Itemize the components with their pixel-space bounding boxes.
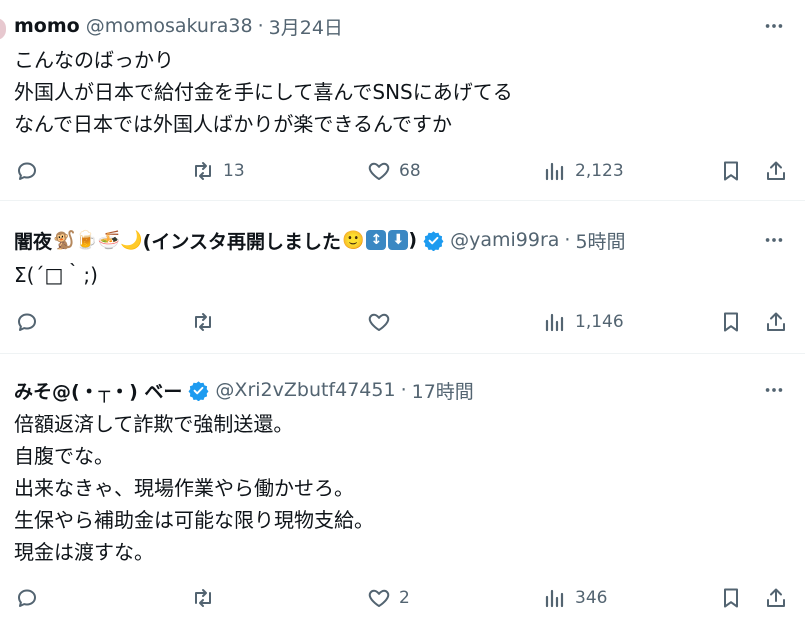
more-icon [765,388,783,392]
share-button[interactable] [764,583,788,613]
more-icon [765,24,783,28]
share-icon [767,588,785,607]
tweet[interactable]: 闇夜 🐒🍺🍜🌙 (インスタ再開しました 🙂 ↕ ⬇ ) @yami99ra · … [0,201,805,354]
author-handle[interactable]: @momosakura38 [86,15,253,37]
timestamp[interactable]: 17時間 [412,377,474,404]
tweet[interactable]: みそ@(・┬・) ベー @Xri2vZbutf47451 · 17時間 倍額返済… [0,354,805,629]
avatar[interactable] [0,18,6,40]
tweet-text-line: 出来なきゃ、現場作業やら働かせろ。 [14,476,354,500]
more-button[interactable] [761,378,787,402]
timeline-feed: momo @momosakura38 · 3月24日 こんなのばっかり 外国人が… [0,0,805,629]
retweet-button[interactable]: 13 [191,156,245,186]
like-icon [368,589,390,607]
retweet-button[interactable] [191,583,223,613]
share-icon [767,161,785,180]
tweet-text-line: Σ(´□｀;) [14,263,98,287]
tweet-header: みそ@(・┬・) ベー @Xri2vZbutf47451 · 17時間 [14,376,745,404]
separator-dot: · [564,229,571,251]
tweet-text: Σ(´□｀;) [14,259,785,291]
like-button[interactable]: 68 [367,156,421,186]
verified-badge-icon[interactable] [188,380,209,401]
like-icon [368,162,390,180]
author-name[interactable]: momo [14,15,80,37]
up-down-arrow-icon: ↕ [366,230,387,250]
verified-badge-icon[interactable] [423,230,444,251]
action-bar: 1,146 [0,307,805,337]
tweet-text-line: 生保やら補助金は可能な限り現物支給。 [14,508,374,532]
tweet-header: 闇夜 🐒🍺🍜🌙 (インスタ再開しました 🙂 ↕ ⬇ ) @yami99ra · … [14,226,745,254]
like-button[interactable] [367,307,399,337]
views-icon [545,162,564,181]
share-button[interactable] [764,307,788,337]
like-count: 2 [399,588,410,608]
bookmark-icon [724,312,738,332]
retweet-icon [195,162,211,180]
bookmark-button[interactable] [719,307,743,337]
reply-button[interactable] [15,307,47,337]
view-count: 1,146 [575,312,624,332]
down-arrow-icon: ⬇ [388,230,409,250]
like-icon [368,313,390,331]
author-handle[interactable]: @yami99ra [450,229,559,251]
reply-button[interactable] [15,156,47,186]
views-button[interactable]: 2,123 [543,156,624,186]
tweet-text: こんなのばっかり 外国人が日本で給付金を手にして喜んでSNSにあげてる なんで日… [14,44,785,140]
separator-dot: · [400,379,407,401]
view-count: 2,123 [575,161,624,181]
retweet-button[interactable] [191,307,223,337]
bookmark-icon [724,588,738,608]
reply-icon [18,313,36,331]
views-button[interactable]: 346 [543,583,607,613]
tweet-text-line: 倍額返済して詐欺で強制送還。 [14,412,294,436]
tweet-text-line: 自腹でな。 [14,444,114,468]
tweet-text-line: こんなのばっかり [14,48,174,72]
bookmark-button[interactable] [719,156,743,186]
share-button[interactable] [764,156,788,186]
reply-icon [18,589,36,607]
author-name[interactable]: 闇夜 [14,227,52,254]
smile-emoji-icon: 🙂 [341,229,365,251]
views-icon [545,313,564,332]
tweet-text: 倍額返済して詐欺で強制送還。 自腹でな。 出来なきゃ、現場作業やら働かせろ。 生… [14,408,785,568]
tweet[interactable]: momo @momosakura38 · 3月24日 こんなのばっかり 外国人が… [0,0,805,201]
bookmark-icon [724,161,738,181]
tweet-text-line: なんで日本では外国人ばかりが楽できるんですか [14,112,452,136]
timestamp[interactable]: 3月24日 [269,13,343,40]
more-icon [765,238,783,242]
author-name-suffix[interactable]: (インスタ再開しました [143,227,341,254]
author-handle[interactable]: @Xri2vZbutf47451 [215,379,395,401]
author-name-emoji: 🐒🍺🍜🌙 [53,229,143,251]
reply-icon [18,162,36,180]
bookmark-button[interactable] [719,583,743,613]
retweet-icon [195,313,211,331]
tweet-header: momo @momosakura38 · 3月24日 [14,12,745,40]
retweet-icon [195,589,211,607]
more-button[interactable] [761,14,787,38]
share-icon [767,312,785,331]
action-bar: 2 346 [0,583,805,613]
timestamp[interactable]: 5時間 [575,227,625,254]
more-button[interactable] [761,228,787,252]
tweet-text-line: 現金は渡すな。 [14,540,154,564]
author-name-close: ) [408,229,418,251]
author-name[interactable]: みそ@(・┬・) ベー [14,377,182,404]
views-button[interactable]: 1,146 [543,307,624,337]
tweet-text-line: 外国人が日本で給付金を手にして喜んでSNSにあげてる [14,80,513,104]
separator-dot: · [257,15,264,37]
views-icon [545,589,564,608]
like-button[interactable]: 2 [367,583,410,613]
reply-button[interactable] [15,583,47,613]
view-count: 346 [575,588,608,608]
like-count: 68 [399,161,421,181]
action-bar: 13 68 2,123 [0,156,805,186]
retweet-count: 13 [223,161,245,181]
